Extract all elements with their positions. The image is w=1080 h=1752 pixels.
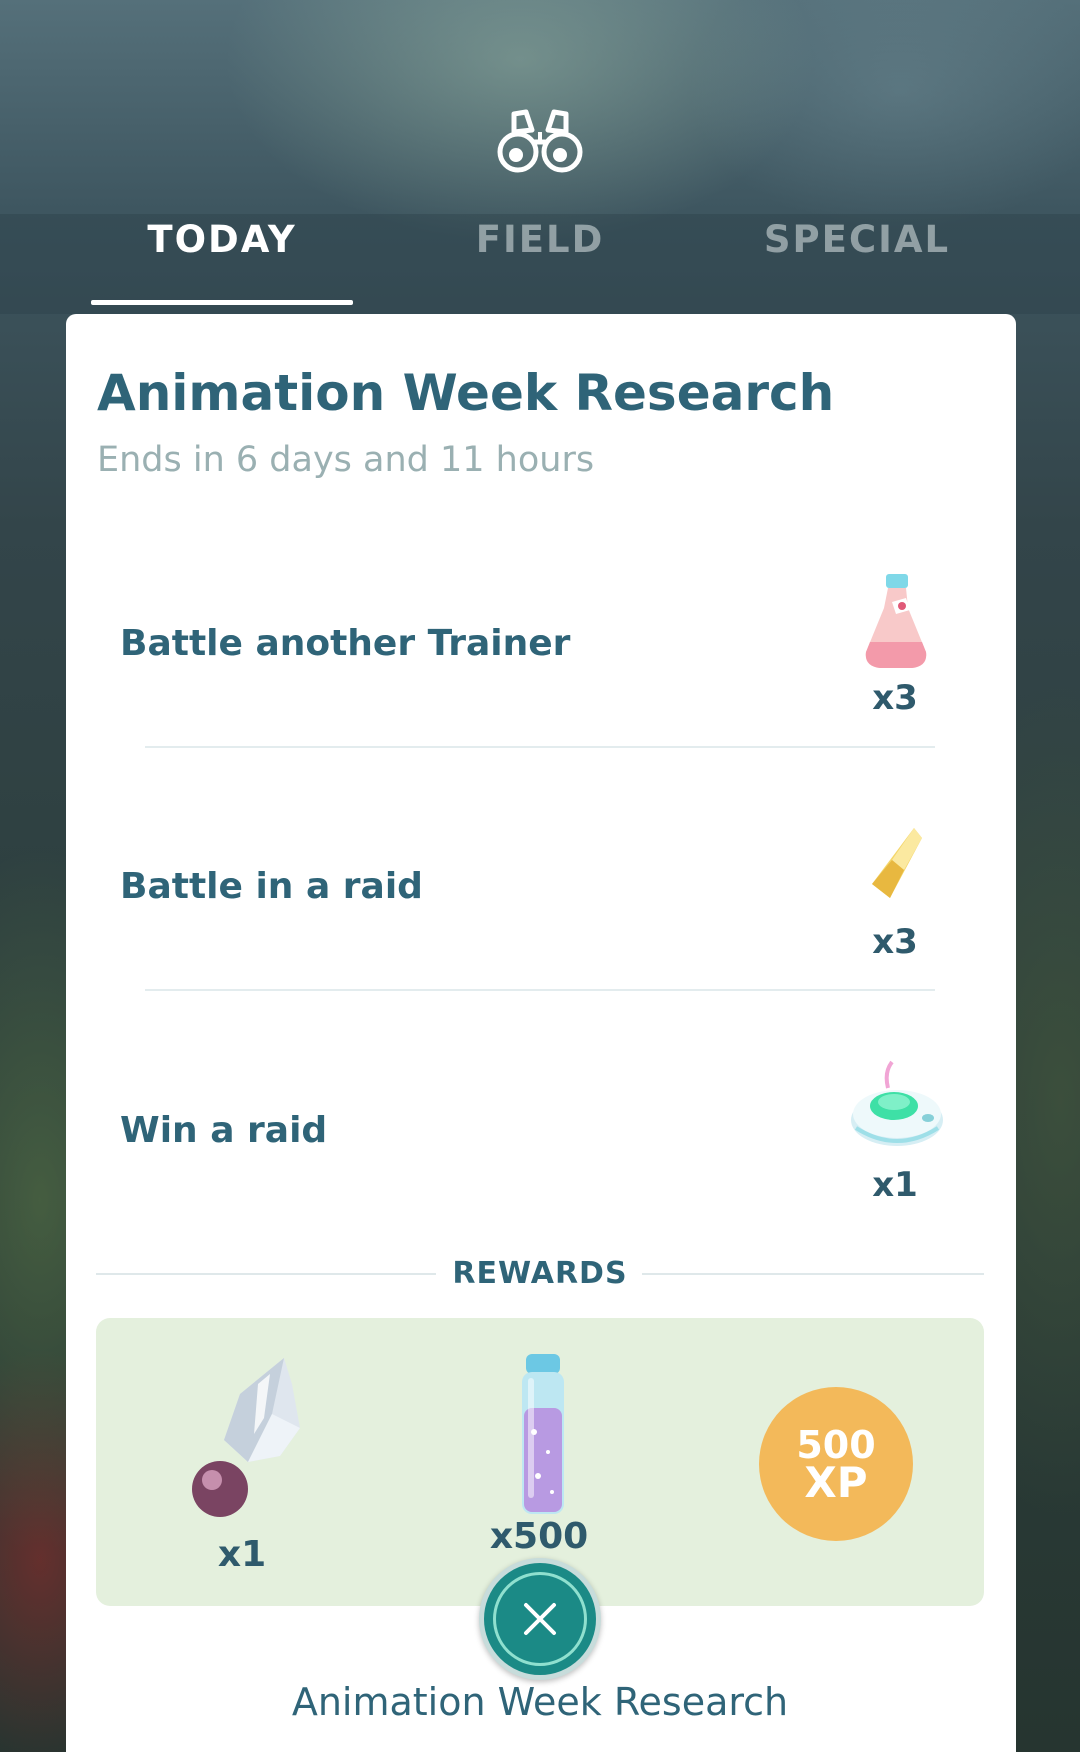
rewards-label: REWARDS <box>452 1256 628 1291</box>
sinnoh-stone-icon <box>192 1358 300 1517</box>
rewards-divider-left <box>96 1273 436 1275</box>
incense-icon <box>851 1060 943 1146</box>
tab-today[interactable]: TODAY <box>72 218 372 268</box>
task-label: Battle another Trainer <box>120 623 571 664</box>
task-divider <box>145 746 935 748</box>
golden-razz-berry-icon <box>872 828 922 898</box>
task-reward-count: x1 <box>872 1165 918 1205</box>
stardust-vial-icon <box>522 1354 564 1514</box>
close-button[interactable] <box>479 1558 601 1680</box>
tab-special[interactable]: SPECIAL <box>707 218 1007 268</box>
close-icon <box>524 1603 556 1635</box>
reward-count: x500 <box>489 1516 589 1557</box>
tab-field[interactable]: FIELD <box>390 218 690 268</box>
footer-title: Animation Week Research <box>291 1680 789 1724</box>
task-reward-count: x3 <box>872 678 918 718</box>
super-potion-icon <box>865 574 927 668</box>
task-divider <box>145 989 935 991</box>
binoculars-icon <box>497 109 583 173</box>
task-reward-count: x3 <box>872 922 918 962</box>
xp-badge: 500 XP <box>759 1387 913 1541</box>
reward-count: x1 <box>217 1534 267 1575</box>
close-button-ring <box>493 1572 587 1666</box>
task-label: Battle in a raid <box>120 866 423 907</box>
rewards-divider-right <box>642 1273 984 1275</box>
task-label: Win a raid <box>120 1110 328 1151</box>
xp-unit: XP <box>804 1458 868 1507</box>
active-tab-indicator <box>91 300 353 305</box>
research-expiry: Ends in 6 days and 11 hours <box>97 440 595 480</box>
research-title: Animation Week Research <box>97 364 835 422</box>
